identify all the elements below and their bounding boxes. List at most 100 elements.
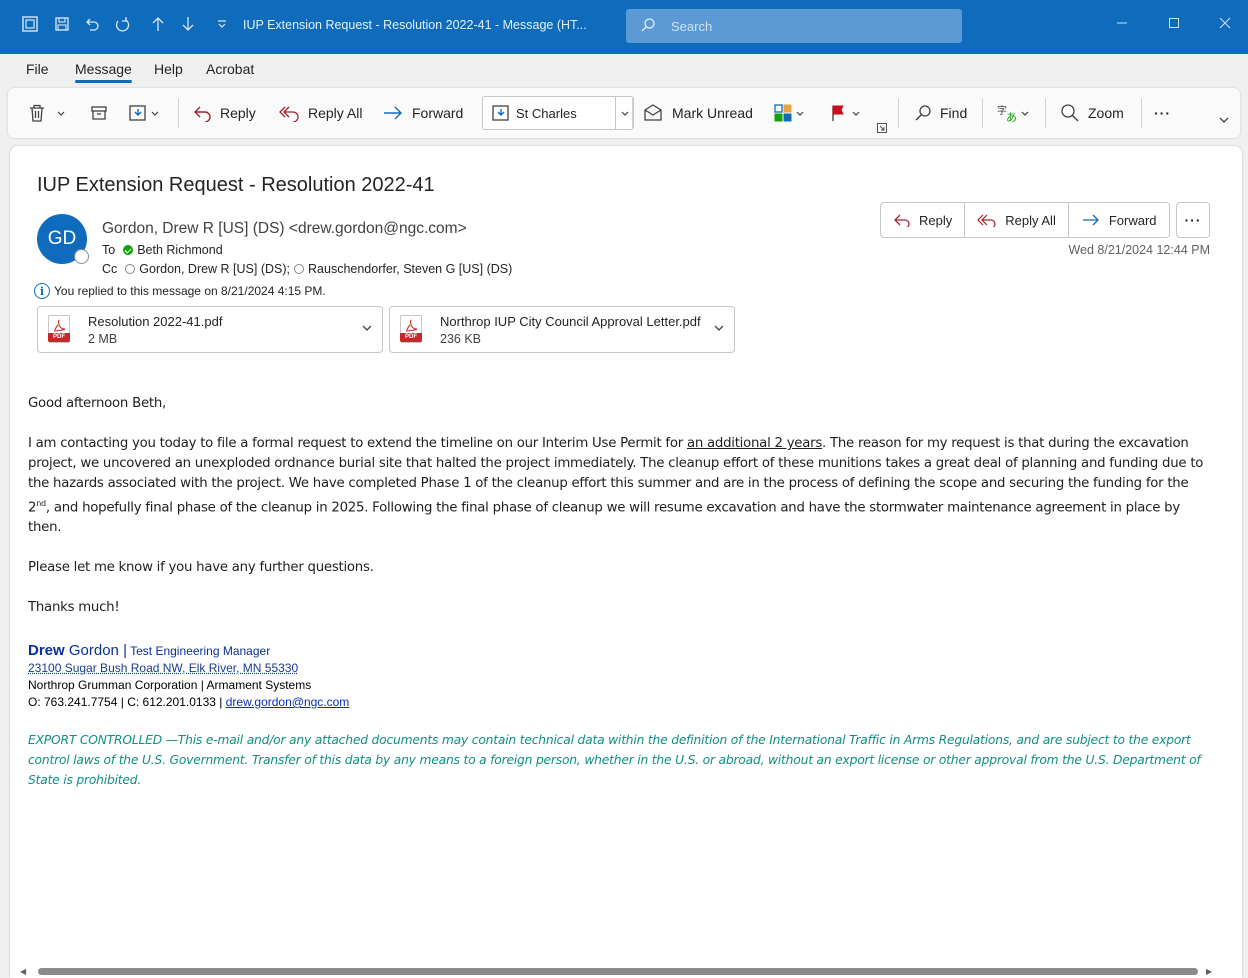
forward-arrow-icon [1082, 214, 1099, 226]
chevron-down-icon[interactable] [360, 321, 374, 335]
menu-message[interactable]: Message [75, 61, 132, 83]
to-recipient[interactable]: Beth Richmond [137, 243, 222, 257]
move-to-folder-icon [492, 105, 509, 121]
reply-all-label: Reply All [308, 105, 363, 121]
forward-label: Forward [1108, 212, 1157, 228]
pdf-badge: PDF [48, 333, 70, 342]
to-label: To [102, 243, 116, 257]
export-control-notice: EXPORT CONTROLLED —This e-mail and/or an… [28, 733, 1201, 787]
chevron-down-icon [1021, 111, 1029, 116]
attachment-name: Northrop IUP City Council Approval Lette… [440, 314, 701, 329]
reply-label: Reply [919, 212, 953, 228]
scroll-right-icon[interactable]: ▶ [1206, 967, 1212, 976]
message-body: Good afternoon Beth, I am contacting you… [28, 394, 1212, 638]
translate-button[interactable]: 字あ [996, 88, 1030, 138]
chevron-down-icon [57, 111, 65, 116]
forward-button[interactable]: Forward [382, 88, 463, 138]
pdf-file-icon: PDF [48, 315, 70, 343]
search-icon [915, 105, 931, 121]
close-icon[interactable] [1214, 14, 1236, 36]
categorize-button[interactable] [774, 88, 805, 138]
ribbon-expand-button[interactable] [1218, 102, 1230, 138]
signature-company: Northrop Grumman Corporation | Armament … [28, 678, 312, 692]
forward-button[interactable]: Forward [1069, 203, 1169, 237]
move-button[interactable] [128, 88, 160, 138]
pdf-badge: PDF [400, 333, 422, 342]
archive-button[interactable] [90, 88, 108, 138]
tags-dialog-launcher[interactable] [877, 96, 887, 136]
mark-unread-icon [644, 104, 662, 121]
menu-acrobat[interactable]: Acrobat [206, 61, 254, 77]
previous-item-icon[interactable] [148, 14, 168, 34]
ribbon-divider [898, 98, 899, 128]
presence-status-icon [74, 249, 89, 264]
ribbon-divider [632, 98, 633, 128]
message-subject: IUP Extension Request - Resolution 2022-… [37, 174, 435, 196]
mark-unread-button[interactable]: Mark Unread [642, 88, 753, 138]
save-icon[interactable] [52, 14, 72, 34]
find-label: Find [940, 105, 968, 121]
search-input[interactable]: Search [626, 9, 962, 43]
signature-address[interactable]: 23100 Sugar Bush Road NW, Elk River, MN … [28, 660, 349, 677]
window-title: IUP Extension Request - Resolution 2022-… [243, 18, 587, 32]
presence-unknown-icon [294, 264, 305, 274]
signature-email-link[interactable]: drew.gordon@ngc.com [226, 695, 350, 709]
cc-row: Cc Gordon, Drew R [US] (DS); Rauschendor… [102, 262, 512, 276]
chevron-down-icon [151, 111, 159, 116]
email-signature: Drew Gordon | Test Engineering Manager 2… [28, 642, 349, 711]
delete-button[interactable] [28, 88, 66, 138]
minimize-icon[interactable] [1111, 14, 1133, 36]
chevron-down-icon [852, 111, 860, 116]
signature-name: Drew Gordon | [28, 642, 127, 659]
attachment-card[interactable]: PDF Northrop IUP City Council Approval L… [389, 306, 735, 353]
reply-all-label: Reply All [1005, 212, 1056, 228]
presence-available-icon [123, 245, 134, 255]
quick-move-dropdown[interactable]: St Charles [482, 96, 634, 130]
follow-up-button[interactable] [830, 88, 861, 138]
scrollbar-thumb[interactable] [38, 968, 1198, 975]
customize-toolbar-icon[interactable] [212, 14, 232, 34]
svg-text:あ: あ [1006, 111, 1017, 123]
maximize-icon[interactable] [1163, 14, 1185, 36]
reply-icon [194, 106, 211, 122]
redo-icon[interactable] [112, 14, 132, 34]
chevron-down-icon[interactable] [615, 97, 633, 129]
ribbon-divider [1045, 98, 1046, 128]
flag-icon [832, 105, 844, 121]
presence-unknown-icon [125, 264, 136, 274]
to-row: To Beth Richmond [102, 243, 223, 257]
forward-label: Forward [412, 105, 464, 121]
cc-label: Cc [102, 262, 118, 276]
cc-recipient[interactable]: Rauschendorfer, Steven G [US] (DS) [308, 262, 512, 276]
body-paragraph: Please let me know if you have any furth… [28, 560, 374, 576]
more-actions-button[interactable]: ··· [1176, 202, 1210, 238]
sender-name[interactable]: Gordon, Drew R [US] (DS) <drew.gordon@ng… [102, 220, 467, 238]
trash-icon [30, 104, 44, 122]
greeting: Good afternoon Beth, [28, 396, 166, 411]
ribbon-divider [982, 98, 983, 128]
info-bar[interactable]: i You replied to this message on 8/21/20… [34, 283, 326, 299]
next-item-icon[interactable] [178, 14, 198, 34]
menu-help[interactable]: Help [154, 61, 183, 77]
categorize-icon [774, 104, 792, 122]
body-paragraph: I am contacting you today to file a form… [28, 436, 1204, 536]
attachment-size: 236 KB [440, 332, 482, 346]
reply-button[interactable]: Reply [881, 203, 966, 237]
translate-icon: 字あ [997, 104, 1017, 123]
reply-button[interactable]: Reply [192, 88, 256, 138]
archive-icon [91, 106, 107, 120]
reply-all-button[interactable]: Reply All [965, 203, 1069, 237]
message-actions: Reply Reply All Forward [880, 202, 1170, 238]
cc-recipient[interactable]: Gordon, Drew R [US] (DS); [139, 262, 290, 276]
attachment-card[interactable]: PDF Resolution 2022-41.pdf 2 MB [37, 306, 383, 353]
chevron-down-icon[interactable] [712, 321, 726, 335]
reply-all-button[interactable]: Reply All [278, 88, 362, 138]
undo-icon[interactable] [82, 14, 102, 34]
horizontal-scrollbar[interactable]: ◀ ▶ [10, 964, 1242, 978]
scroll-left-icon[interactable]: ◀ [20, 967, 26, 976]
find-button[interactable]: Find [914, 88, 967, 138]
menu-file[interactable]: File [26, 61, 49, 77]
message-date: Wed 8/21/2024 12:44 PM [1068, 243, 1210, 257]
zoom-button[interactable]: Zoom [1060, 88, 1124, 138]
more-commands-button[interactable]: ··· [1154, 88, 1171, 138]
